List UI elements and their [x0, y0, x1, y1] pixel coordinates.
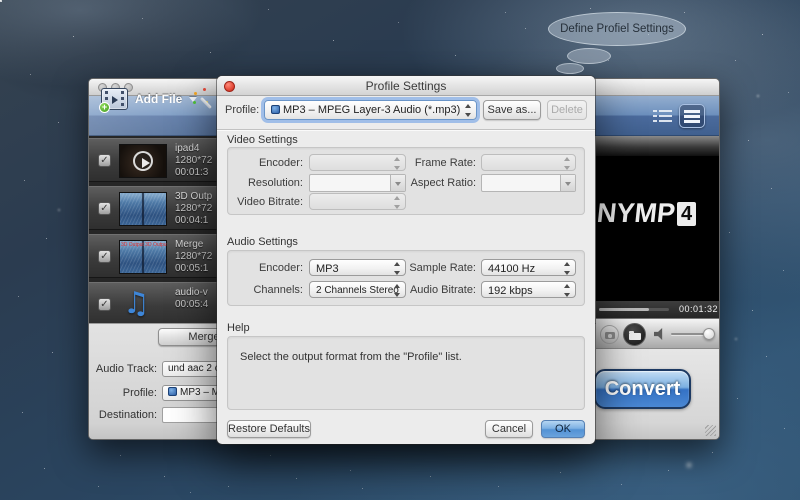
add-file-label: Add File [135, 92, 182, 106]
music-note-icon [123, 286, 150, 321]
audio-encoder-label: Encoder: [228, 262, 303, 274]
close-icon[interactable] [224, 81, 235, 92]
sparkle-dot-red [203, 88, 206, 91]
stepper-arrows-icon [561, 262, 573, 275]
profile-dropdown[interactable]: MP3 – MPEG Layer-3 Audio (*.mp3) [264, 100, 477, 120]
thought-bubble-main: Define Profiel Settings [548, 12, 686, 46]
profile-label: Profile: [225, 104, 259, 116]
destination-label: Destination: [89, 409, 157, 421]
effects-wand-icon[interactable] [193, 88, 215, 110]
stepper-arrows-icon [391, 196, 403, 209]
playback-progress-bar[interactable]: 00:01:32 [596, 301, 720, 318]
help-heading: Help [227, 322, 250, 334]
encoder-label: Encoder: [228, 157, 303, 169]
frame-rate-label: Frame Rate: [388, 157, 476, 169]
snapshot-camera-icon[interactable] [600, 325, 619, 344]
help-text: Select the output format from the "Profi… [240, 351, 462, 363]
aspect-ratio-label: Aspect Ratio: [388, 177, 476, 189]
row-checkbox-checked-icon[interactable] [98, 202, 111, 215]
volume-speaker-icon[interactable] [654, 328, 666, 340]
delete-button[interactable]: Delete [547, 100, 587, 120]
mp3-profile-icon [271, 105, 280, 114]
video-thumbnail [119, 144, 167, 178]
profile-settings-dialog: Profile Settings Profile: MP3 – MPEG Lay… [217, 76, 595, 444]
film-strip-icon [101, 88, 128, 110]
progress-track[interactable] [599, 308, 669, 311]
thought-bubble-text: Define Profiel Settings [560, 23, 674, 35]
thought-bubble-trail-small [556, 63, 584, 74]
video-bitrate-label: Video Bitrate: [228, 196, 303, 208]
convert-button[interactable]: Convert [594, 369, 691, 409]
thought-bubble-trail-mid [567, 48, 611, 64]
stepper-arrows-icon [561, 157, 573, 170]
audio-track-label: Audio Track: [89, 363, 157, 375]
large-view-toggle-icon[interactable] [679, 104, 705, 128]
cancel-button[interactable]: Cancel [485, 420, 533, 438]
audio-bitrate-select[interactable]: 192 kbps [481, 281, 576, 298]
open-folder-icon[interactable] [623, 323, 646, 346]
channels-label: Channels: [228, 284, 303, 296]
sparkle-dot-orange [194, 92, 197, 95]
profile-label: Profile: [89, 387, 157, 399]
progress-fill [599, 308, 649, 311]
separator [217, 129, 595, 130]
player-controls-bar [596, 318, 720, 349]
frame-rate-select[interactable] [481, 154, 576, 171]
playback-time: 00:01:32 [679, 304, 718, 314]
anymp4-watermark: NYMP4 [597, 198, 720, 229]
resolution-label: Resolution: [228, 177, 303, 189]
aspect-ratio-combo[interactable] [481, 174, 576, 192]
restore-defaults-button[interactable]: Restore Defaults [227, 420, 311, 438]
stepper-arrows-icon [561, 284, 573, 297]
help-box: Select the output format from the "Profi… [227, 336, 585, 410]
preview-top-shade [596, 136, 720, 156]
wand-stick [200, 97, 212, 109]
video-bitrate-select[interactable] [309, 193, 406, 210]
video-settings-group: Encoder: Frame Rate: Resolution: Aspect … [227, 147, 585, 215]
sample-rate-label: Sample Rate: [388, 262, 476, 274]
row-checkbox-checked-icon[interactable] [98, 250, 111, 263]
audio-bitrate-label: Audio Bitrate: [388, 284, 476, 296]
video-thumbnail-3d: 3D Output 3D Output [119, 240, 167, 274]
plus-icon [99, 102, 110, 113]
play-icon[interactable] [133, 151, 153, 171]
video-thumbnail-3d [119, 192, 167, 226]
sparkle-dot-green [193, 101, 196, 104]
volume-slider-knob[interactable] [703, 328, 715, 340]
audio-settings-group: Encoder: MP3 Sample Rate: 44100 Hz Chann… [227, 250, 585, 306]
video-settings-heading: Video Settings [227, 134, 298, 146]
ok-button[interactable]: OK [541, 420, 585, 438]
chevron-down-icon[interactable] [560, 175, 575, 191]
thumbnail-overlay-text: 3D Output 3D Output [121, 242, 167, 248]
dialog-title: Profile Settings [366, 79, 447, 93]
detail-view-toggle-icon[interactable] [653, 109, 672, 123]
mp3-profile-icon [168, 387, 177, 396]
bright-stars-decoration [0, 0, 2, 2]
save-as-button[interactable]: Save as... [483, 100, 541, 120]
volume-slider[interactable] [671, 333, 713, 335]
stepper-arrows-icon [462, 104, 474, 117]
audio-settings-heading: Audio Settings [227, 236, 298, 248]
sample-rate-select[interactable]: 44100 Hz [481, 259, 576, 276]
add-file-button[interactable]: Add File [101, 86, 197, 112]
video-preview[interactable]: NYMP4 [596, 156, 720, 301]
row-checkbox-checked-icon[interactable] [98, 298, 111, 311]
dialog-titlebar[interactable]: Profile Settings [217, 76, 595, 96]
resize-grip[interactable] [705, 425, 716, 436]
row-checkbox-checked-icon[interactable] [98, 154, 111, 167]
